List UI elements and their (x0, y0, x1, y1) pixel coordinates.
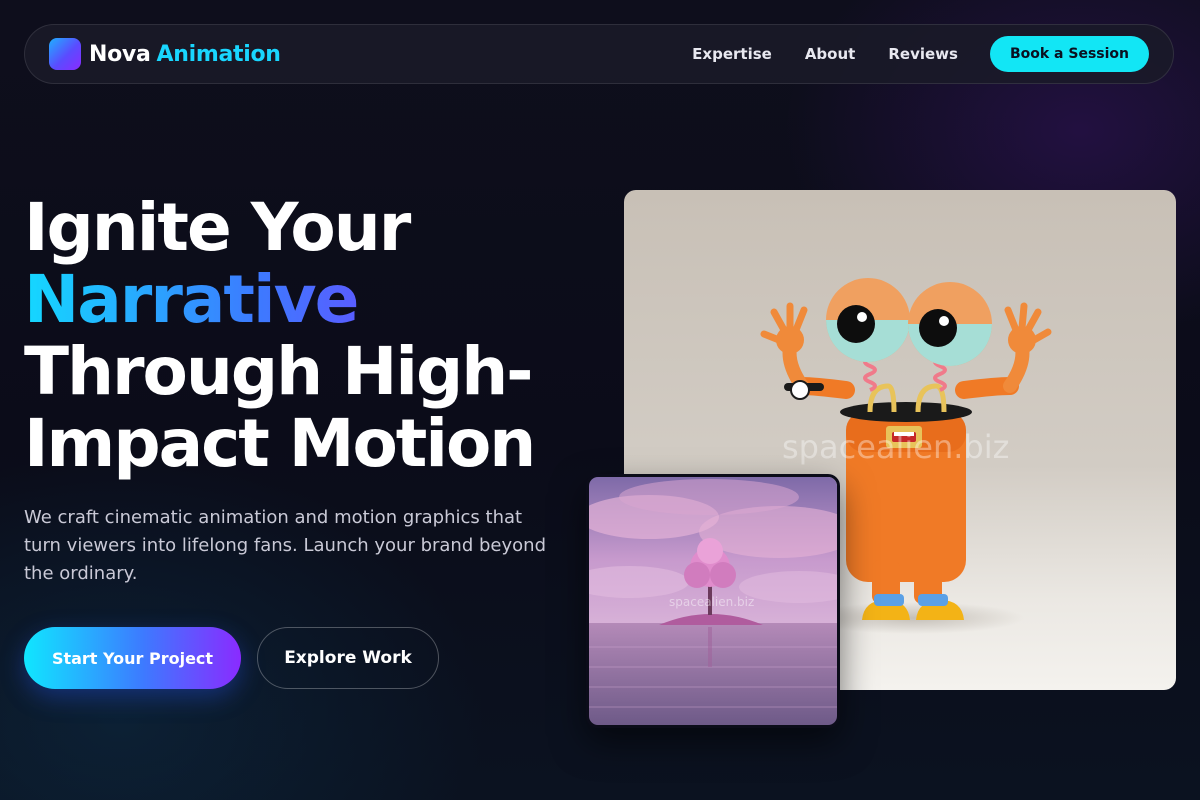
nav-link-about[interactable]: About (805, 45, 856, 63)
explore-work-button[interactable]: Explore Work (257, 627, 439, 689)
start-project-button[interactable]: Start Your Project (24, 627, 241, 689)
landscape-illustration (589, 477, 837, 725)
headline-line-4: Impact Motion (24, 405, 536, 482)
brand-word-animation: Animation (156, 41, 281, 67)
hero-subtext: We craft cinematic animation and motion … (24, 507, 546, 584)
navbar: Nova Animation Expertise About Reviews Bo… (24, 24, 1174, 84)
hero-image-landscape: spacealien.biz (586, 474, 840, 728)
nav-link-reviews[interactable]: Reviews (888, 45, 958, 63)
logo-icon[interactable] (49, 38, 81, 70)
nav-link-expertise[interactable]: Expertise (692, 45, 772, 63)
brand-name[interactable]: Nova Animation (89, 42, 281, 67)
book-session-button[interactable]: Book a Session (989, 36, 1149, 72)
headline-line-2-gradient: Narrative (24, 264, 534, 336)
nav-links: Expertise About Reviews (692, 45, 958, 63)
headline-line-1: Ignite Your (24, 189, 411, 266)
hero-headline: Ignite Your Narrative Through High- Impa… (24, 189, 536, 482)
headline-line-3: Through High- (24, 333, 534, 410)
brand-word-nova: Nova (89, 41, 151, 67)
